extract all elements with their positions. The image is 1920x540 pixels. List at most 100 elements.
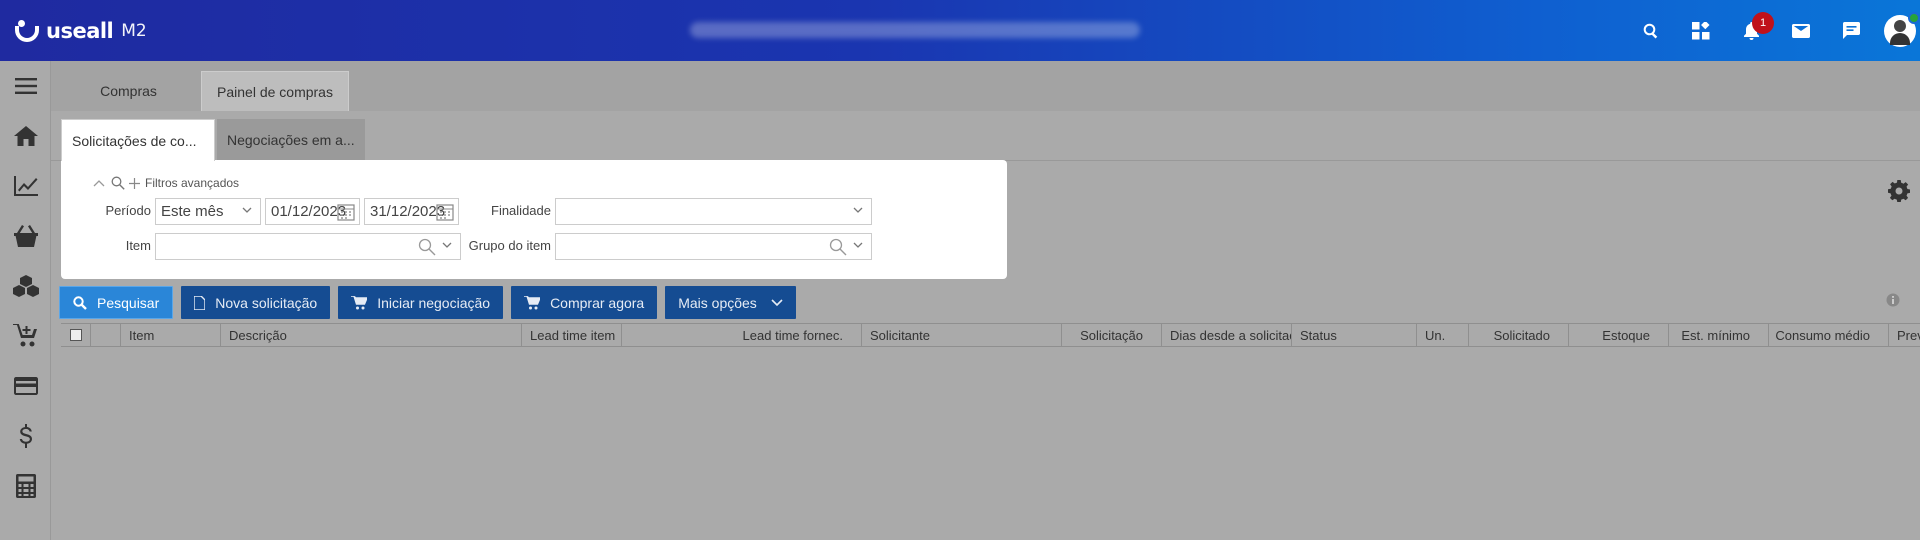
mais-opcoes-button[interactable]: Mais opções [665, 286, 796, 319]
sidebar-item-dashboard[interactable] [0, 161, 51, 211]
grupo-item-input[interactable] [555, 233, 872, 260]
menu-icon [14, 78, 37, 94]
column-header[interactable]: Estoque [1569, 324, 1669, 346]
calendar-icon[interactable] [436, 203, 454, 221]
requests-table-header: Item Descrição Lead time item Lead time … [61, 323, 1920, 347]
tab-compras[interactable]: Compras [71, 71, 186, 111]
sidebar-item-accounting[interactable] [0, 461, 51, 511]
periodo-select[interactable]: Este mês [155, 198, 261, 225]
date-to-input[interactable]: 31/12/2023 [364, 198, 459, 225]
online-status-indicator [1908, 11, 1920, 24]
user-avatar[interactable] [1884, 11, 1920, 47]
pesquisar-label: Pesquisar [97, 294, 160, 311]
cart-add-icon [12, 324, 37, 347]
chevron-down-icon [242, 207, 252, 213]
grupo-item-label: Grupo do item [468, 238, 551, 253]
column-header[interactable]: Item [121, 324, 221, 346]
date-from-value: 01/12/2023 [271, 203, 347, 220]
tab-painel-de-compras[interactable]: Painel de compras [201, 71, 349, 111]
plus-icon [129, 177, 140, 189]
tab-negociacoes[interactable]: Negociações em a... [217, 119, 365, 161]
messages-button[interactable] [1776, 0, 1826, 61]
nova-solicitacao-label: Nova solicitação [215, 294, 318, 311]
advanced-filters-toggle[interactable]: Filtros avançados [93, 176, 239, 190]
search-icon [111, 176, 125, 190]
apps-button[interactable] [1676, 0, 1726, 61]
date-to-value: 31/12/2023 [370, 203, 446, 220]
calendar-icon[interactable] [337, 203, 355, 221]
search-icon [1643, 23, 1658, 38]
comprar-agora-button[interactable]: Comprar agora [511, 286, 658, 319]
column-header[interactable]: Prev [1889, 324, 1920, 346]
sidebar-item-finance[interactable] [0, 411, 51, 461]
main-tabs: Compras Painel de compras [51, 61, 1920, 111]
mail-icon [1792, 23, 1810, 38]
column-header[interactable]: Consumo médio [1769, 324, 1889, 346]
iniciar-negociacao-button[interactable]: Iniciar negociação [338, 286, 504, 319]
chevron-down-icon [853, 207, 863, 213]
chevron-down-icon[interactable] [853, 242, 863, 249]
gear-icon [1888, 180, 1911, 203]
sidebar-menu-toggle[interactable] [0, 61, 51, 111]
document-icon [194, 295, 206, 310]
sidebar-item-purchases[interactable] [0, 211, 51, 261]
iniciar-negociacao-label: Iniciar negociação [377, 294, 491, 311]
column-header[interactable]: Dias desde a solicitação [1162, 324, 1292, 346]
blurred-company-title [690, 22, 1140, 38]
finalidade-select[interactable] [555, 198, 872, 225]
chat-icon [1842, 22, 1860, 39]
logo-icon [14, 18, 40, 44]
pesquisar-button[interactable]: Pesquisar [59, 286, 174, 319]
nova-solicitacao-button[interactable]: Nova solicitação [181, 286, 331, 319]
date-from-input[interactable]: 01/12/2023 [265, 198, 360, 225]
column-header[interactable]: Status [1292, 324, 1417, 346]
sidebar-item-home[interactable] [0, 111, 51, 161]
notifications-button[interactable]: 1 [1726, 0, 1776, 61]
credit-card-icon [13, 377, 38, 395]
cart-icon [524, 295, 541, 309]
app-logo[interactable]: useall M2 [14, 18, 147, 44]
column-header[interactable]: Solicitação [1062, 324, 1162, 346]
dollar-icon [19, 424, 32, 448]
item-label: Item [125, 238, 151, 253]
select-all-cell [61, 324, 91, 346]
cart-icon [351, 295, 368, 309]
column-header[interactable]: Solicitante [862, 324, 1062, 346]
filter-panel: Filtros avançados Período Este mês 01/12… [61, 160, 1007, 279]
notification-badge: 1 [1752, 12, 1774, 34]
periodo-value: Este mês [161, 203, 224, 220]
search-icon [73, 295, 87, 310]
sidebar-item-payments[interactable] [0, 361, 51, 411]
tab-solicitacoes[interactable]: Solicitações de co... [61, 119, 215, 161]
chat-button[interactable] [1826, 0, 1876, 61]
apps-icon [1692, 21, 1710, 39]
brand-name: useall [46, 18, 114, 43]
column-header[interactable]: Descrição [221, 324, 522, 346]
search-button[interactable] [1626, 0, 1676, 61]
home-icon [13, 126, 38, 146]
chevron-down-icon[interactable] [442, 242, 452, 249]
column-header[interactable]: Lead time item [522, 324, 622, 346]
sidebar-item-inventory[interactable] [0, 261, 51, 311]
status-indicator-column [91, 324, 121, 346]
sidebar [0, 61, 51, 540]
sidebar-item-orders[interactable] [0, 311, 51, 361]
column-header[interactable]: Lead time fornec. [622, 324, 862, 346]
item-input[interactable] [155, 233, 461, 260]
chart-line-icon [13, 176, 38, 196]
settings-button[interactable] [1888, 180, 1911, 205]
top-bar: useall M2 1 [0, 0, 1920, 61]
chevron-down-icon [771, 298, 783, 306]
search-icon[interactable] [829, 238, 847, 256]
search-icon[interactable] [418, 238, 436, 256]
select-all-checkbox[interactable] [69, 329, 82, 341]
comprar-agora-label: Comprar agora [550, 294, 645, 311]
basket-icon [13, 225, 38, 247]
column-header[interactable]: Solicitado [1469, 324, 1569, 346]
column-header[interactable]: Un. [1417, 324, 1469, 346]
boxes-icon [12, 275, 39, 297]
mais-opcoes-label: Mais opções [678, 294, 757, 311]
info-button[interactable] [1886, 293, 1900, 310]
column-header[interactable]: Est. mínimo [1669, 324, 1769, 346]
calculator-icon [15, 474, 36, 498]
